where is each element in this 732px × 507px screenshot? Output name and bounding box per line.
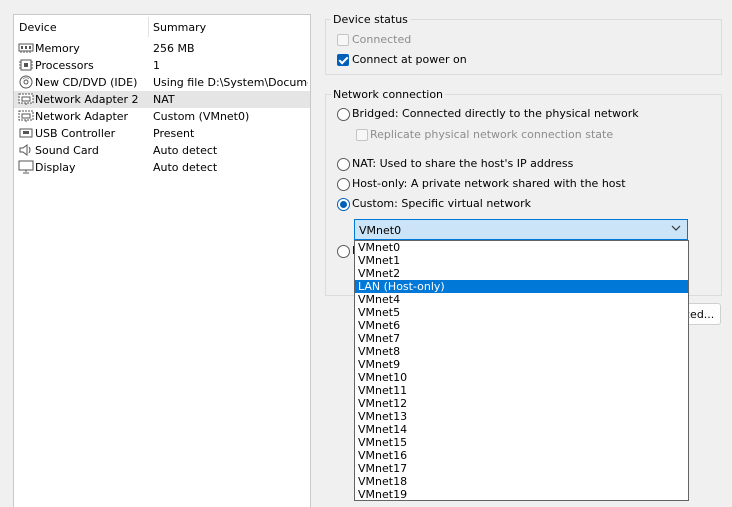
usb-icon: [19, 128, 33, 138]
device-status-group: [325, 19, 722, 75]
device-row-cd-dvd[interactable]: New CD/DVD (IDE) Using file D:\System\Do…: [14, 74, 310, 91]
device-summary: Using file D:\System\Docume...: [153, 76, 308, 89]
device-row-processors[interactable]: Processors 1: [14, 57, 310, 74]
device-row-network-adapter[interactable]: Network Adapter Custom (VMnet0): [14, 108, 310, 125]
dropdown-option[interactable]: VMnet0: [355, 241, 688, 254]
dropdown-option[interactable]: VMnet7: [355, 332, 688, 345]
device-name: USB Controller: [35, 127, 116, 140]
dropdown-option[interactable]: VMnet5: [355, 306, 688, 319]
dropdown-option[interactable]: VMnet4: [355, 293, 688, 306]
device-name: Processors: [35, 59, 94, 72]
lan-segment-radio[interactable]: [337, 245, 350, 258]
network-adapter-icon: [18, 93, 34, 105]
combobox-value: VMnet0: [359, 224, 402, 237]
dropdown-option[interactable]: VMnet15: [355, 436, 688, 449]
speaker-icon: [19, 144, 31, 156]
host-only-radio[interactable]: [337, 178, 350, 191]
cd-dvd-icon: [19, 75, 33, 89]
device-list-header: Device Summary: [14, 15, 310, 39]
device-name: Memory: [35, 42, 80, 55]
dropdown-option[interactable]: VMnet19: [355, 488, 688, 501]
dropdown-option[interactable]: VMnet17: [355, 462, 688, 475]
network-connection-title: Network connection: [331, 88, 446, 101]
memory-icon: [18, 43, 34, 53]
dropdown-option[interactable]: VMnet12: [355, 397, 688, 410]
dropdown-option[interactable]: LAN (Host-only): [355, 280, 688, 293]
dropdown-option[interactable]: VMnet18: [355, 475, 688, 488]
dropdown-option[interactable]: VMnet14: [355, 423, 688, 436]
dropdown-option[interactable]: VMnet2: [355, 267, 688, 280]
device-summary: Custom (VMnet0): [153, 110, 250, 123]
network-dropdown-list[interactable]: VMnet0 VMnet1 VMnet2 LAN (Host-only) VMnet4 V…: [354, 240, 689, 501]
device-row-sound-card[interactable]: Sound Card Auto detect: [14, 142, 310, 159]
dropdown-option[interactable]: VMnet1: [355, 254, 688, 267]
device-name: Display: [35, 161, 76, 174]
dropdown-option[interactable]: VMnet10: [355, 371, 688, 384]
device-name: Network Adapter: [35, 110, 129, 123]
device-name: Sound Card: [35, 144, 99, 157]
device-row-display[interactable]: Display Auto detect: [14, 159, 310, 176]
replicate-state-label: Replicate physical network connection st…: [370, 128, 614, 141]
device-summary: Present: [153, 127, 195, 140]
device-summary: Auto detect: [153, 144, 218, 157]
monitor-icon: [18, 160, 34, 174]
dropdown-option[interactable]: VMnet9: [355, 358, 688, 371]
custom-label[interactable]: Custom: Specific virtual network: [352, 197, 531, 210]
device-status-title: Device status: [331, 13, 410, 26]
chevron-down-icon: [671, 225, 681, 231]
network-adapter-icon: [18, 110, 34, 122]
replicate-state-checkbox[interactable]: [356, 129, 368, 141]
device-summary: 256 MB: [153, 42, 195, 55]
device-name: Network Adapter 2: [35, 93, 139, 106]
dropdown-option[interactable]: VMnet6: [355, 319, 688, 332]
column-header-summary[interactable]: Summary: [153, 21, 206, 34]
custom-network-combobox[interactable]: VMnet0: [354, 219, 688, 240]
dropdown-option[interactable]: VMnet8: [355, 345, 688, 358]
device-row-network-adapter-2[interactable]: Network Adapter 2 NAT: [14, 91, 310, 108]
connected-label: Connected: [352, 33, 412, 46]
device-row-usb-controller[interactable]: USB Controller Present: [14, 125, 310, 142]
bridged-radio[interactable]: [337, 108, 350, 121]
connected-checkbox[interactable]: [337, 34, 349, 46]
dropdown-option[interactable]: VMnet13: [355, 410, 688, 423]
nat-label[interactable]: NAT: Used to share the host's IP address: [352, 157, 573, 170]
connect-at-power-on-checkbox[interactable]: [337, 54, 349, 66]
device-summary: Auto detect: [153, 161, 218, 174]
device-list-panel[interactable]: Device Summary Memory 256 MB Processors …: [13, 14, 311, 507]
connect-at-power-on-label[interactable]: Connect at power on: [352, 53, 467, 66]
host-only-label[interactable]: Host-only: A private network shared with…: [352, 177, 626, 190]
device-summary: 1: [153, 59, 160, 72]
column-separator[interactable]: [148, 17, 149, 37]
column-header-device[interactable]: Device: [19, 21, 57, 34]
nat-radio[interactable]: [337, 158, 350, 171]
custom-radio[interactable]: [337, 198, 350, 211]
device-summary: NAT: [153, 93, 175, 106]
processor-icon: [19, 59, 33, 71]
dropdown-option[interactable]: VMnet11: [355, 384, 688, 397]
bridged-label[interactable]: Bridged: Connected directly to the physi…: [352, 107, 639, 120]
device-row-memory[interactable]: Memory 256 MB: [14, 40, 310, 57]
dropdown-option[interactable]: VMnet16: [355, 449, 688, 462]
device-name: New CD/DVD (IDE): [35, 76, 138, 89]
